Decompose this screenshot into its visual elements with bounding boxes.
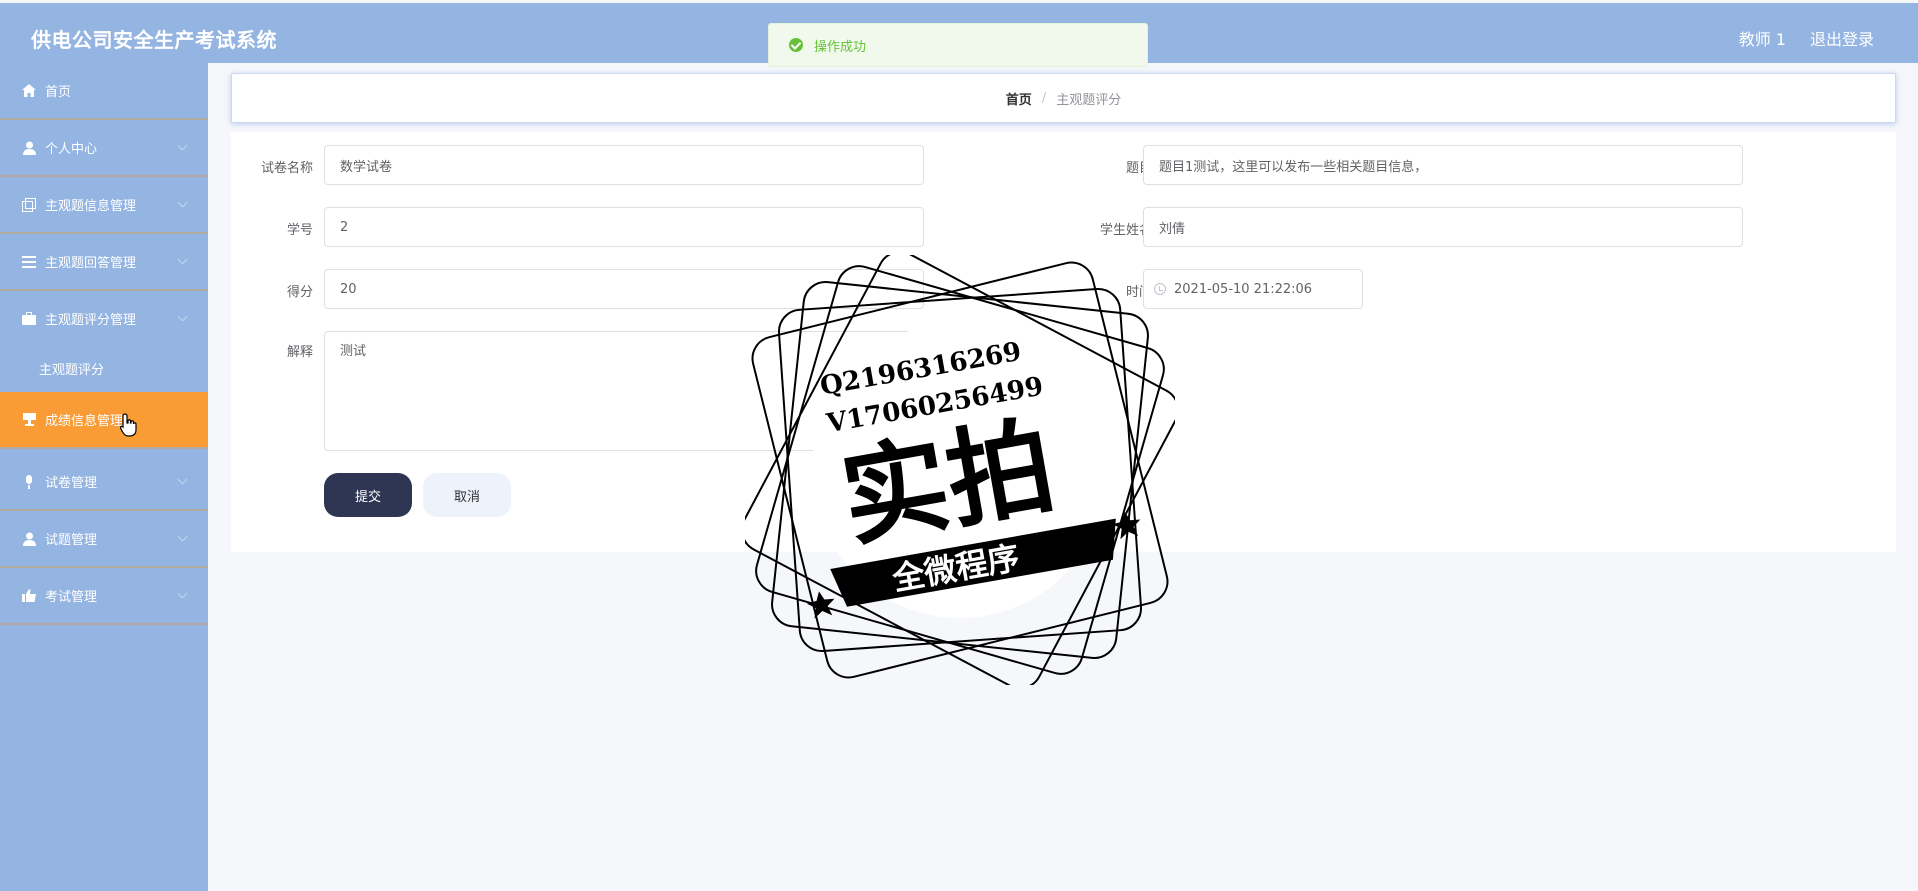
sidebar-item-label: 主观题回答管理: [45, 256, 137, 271]
user-icon: [21, 140, 37, 156]
sidebar-item-score-info[interactable]: 成绩信息管理: [0, 392, 208, 447]
list-icon: [21, 254, 37, 270]
sidebar-subitem-label: 主观题评分: [39, 362, 105, 378]
student-id-input[interactable]: 2: [324, 207, 924, 247]
sidebar-item-label: 考试管理: [45, 590, 98, 605]
success-toast: 操作成功: [768, 23, 1148, 67]
sidebar-item-paper[interactable]: 试卷管理: [0, 454, 208, 509]
sidebar-item-home[interactable]: 首页: [0, 63, 208, 118]
sidebar-item-subjective-answer[interactable]: 主观题回答管理: [0, 234, 208, 289]
sidebar: 首页 个人中心 主观题信息管理 主观题回答管理 主观题评分管理 主观题评分 成绩…: [0, 63, 208, 891]
chevron-down-icon: [177, 588, 188, 598]
sidebar-item-label: 主观题评分管理: [45, 313, 137, 328]
explanation-label: 解释: [286, 345, 313, 360]
sidebar-item-personal-center[interactable]: 个人中心: [0, 120, 208, 175]
mic-icon: [21, 474, 37, 490]
time-picker[interactable]: 2021-05-10 21:22:06: [1143, 269, 1363, 309]
sidebar-item-subjective-score[interactable]: 主观题评分管理: [0, 291, 208, 346]
toast-message: 操作成功: [814, 39, 867, 55]
chevron-up-icon: [177, 311, 188, 321]
sidebar-subitem-subjective-scoring[interactable]: 主观题评分: [0, 346, 208, 390]
thumb-icon: [21, 588, 37, 604]
breadcrumb: 首页 / 主观题评分: [231, 73, 1896, 123]
home-icon: [21, 83, 37, 99]
menu-divider: [0, 623, 208, 625]
sidebar-item-label: 个人中心: [45, 142, 98, 157]
check-circle-icon: [789, 38, 803, 52]
chevron-down-icon: [177, 474, 188, 484]
submit-button[interactable]: 提交: [324, 473, 412, 517]
menu-divider: [0, 447, 208, 449]
student-name-input[interactable]: 刘倩: [1143, 207, 1743, 247]
logout-link[interactable]: 退出登录: [1810, 26, 1874, 50]
app-title: 供电公司安全生产考试系统: [31, 28, 277, 52]
user-icon: [21, 531, 37, 547]
time-value: 2021-05-10 21:22:06: [1174, 281, 1313, 297]
sidebar-item-label: 试卷管理: [45, 476, 98, 491]
sidebar-item-label: 成绩信息管理: [45, 414, 124, 429]
student-name-label: 学生姓名: [1099, 223, 1152, 238]
watermark-stamp: Q2196316269 V17060256499 实拍 全微程序: [745, 255, 1175, 685]
sidebar-item-questions[interactable]: 试题管理: [0, 511, 208, 566]
user-name[interactable]: 教师 1: [1739, 26, 1786, 50]
cup-icon: [21, 412, 37, 428]
paper-name-input[interactable]: 数学试卷: [324, 145, 924, 185]
question-label: 题目: [1125, 161, 1152, 176]
sidebar-item-label: 首页: [45, 85, 72, 100]
sidebar-item-subjective-info[interactable]: 主观题信息管理: [0, 177, 208, 232]
copy-icon: [21, 197, 37, 213]
briefcase-icon: [21, 311, 37, 327]
hand-cursor-icon: [120, 413, 137, 437]
cancel-button[interactable]: 取消: [423, 473, 511, 517]
sidebar-item-label: 试题管理: [45, 533, 98, 548]
sidebar-item-exams[interactable]: 考试管理: [0, 568, 208, 623]
question-input[interactable]: 题目1测试，这里可以发布一些相关题目信息，: [1143, 145, 1743, 185]
chevron-down-icon: [177, 140, 188, 150]
paper-name-label: 试卷名称: [260, 161, 313, 176]
breadcrumb-home[interactable]: 首页: [1006, 89, 1032, 108]
score-label: 得分: [286, 285, 313, 300]
header-actions: 教师 1 退出登录: [1739, 26, 1874, 50]
chevron-down-icon: [177, 254, 188, 264]
chevron-down-icon: [177, 531, 188, 541]
breadcrumb-current: 主观题评分: [1056, 92, 1122, 108]
breadcrumb-separator: /: [1041, 90, 1047, 106]
chevron-down-icon: [177, 197, 188, 207]
sidebar-item-label: 主观题信息管理: [45, 199, 137, 214]
student-id-label: 学号: [286, 223, 313, 238]
